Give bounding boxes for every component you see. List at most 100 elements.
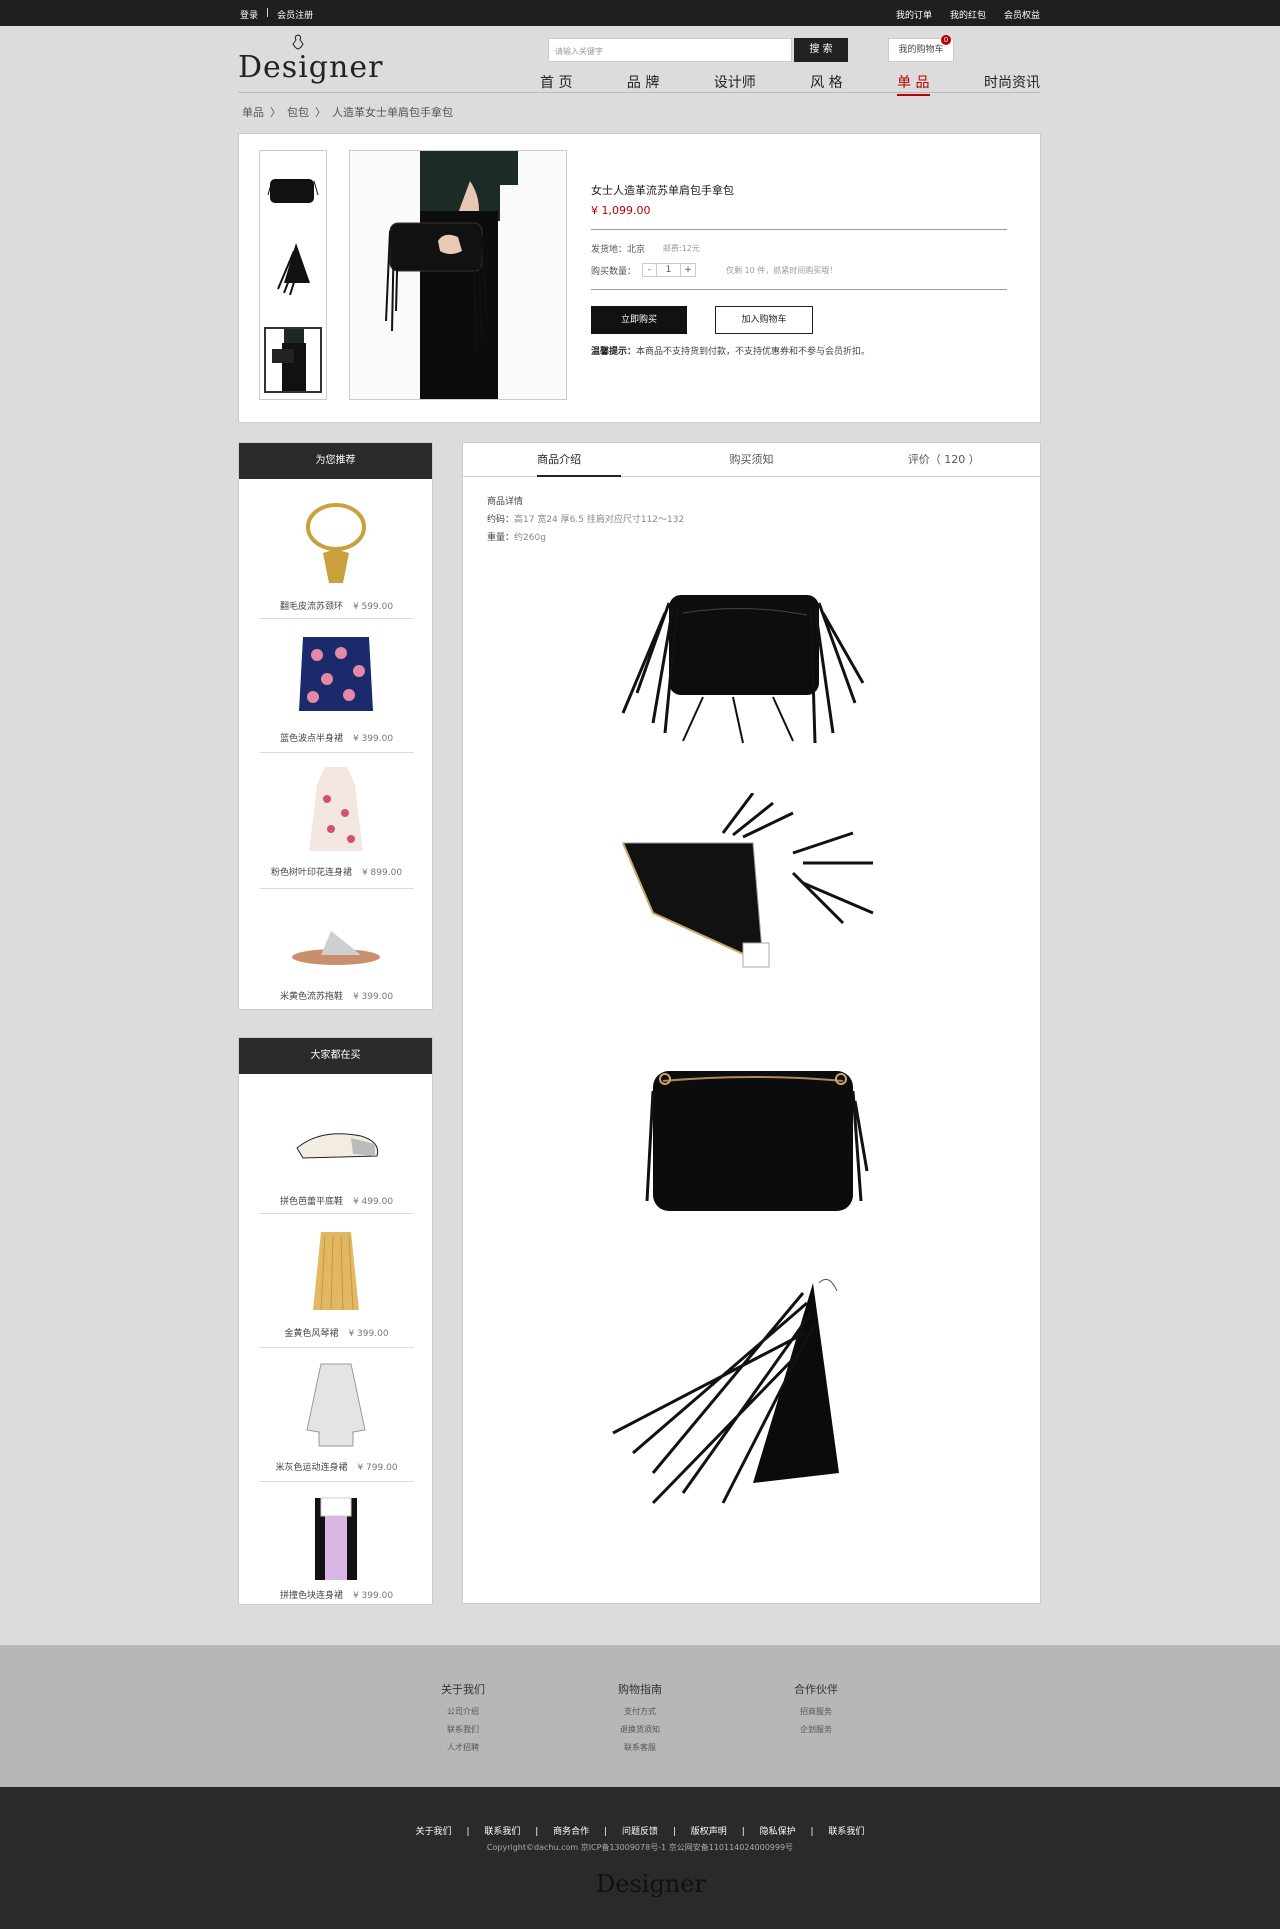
login-link[interactable]: 登录 <box>240 8 258 21</box>
product-thumbnail <box>291 1108 381 1198</box>
qty-plus-button[interactable]: + <box>681 264 695 276</box>
footer-col-about: 关于我们 公司介绍 联系我们 人才招聘 <box>413 1681 513 1757</box>
footer-col-title: 关于我们 <box>441 1683 485 1696</box>
product-main-image <box>349 150 567 400</box>
breadcrumb-items[interactable]: 单品 <box>242 104 264 120</box>
product-thumbnail <box>291 765 381 855</box>
weight-label: 重量： <box>487 533 515 543</box>
top-bar: 登录 | 会员注册 我的订单 我的红包 会员权益 <box>0 0 1280 26</box>
breadcrumb: 单品 〉 包包 〉 人造革女士单肩包手拿包 <box>242 104 453 120</box>
member-benefits-link[interactable]: 会员权益 <box>1004 8 1040 21</box>
active-tab-underline <box>537 475 621 477</box>
add-to-cart-button[interactable]: 加入购物车 <box>715 306 813 334</box>
footer-link[interactable]: 人才招聘 <box>413 1739 513 1757</box>
footer-bottom: 关于我们 | 联系我们 | 商务合作 | 问题反馈 | 版权声明 | 隐私保护 … <box>0 1787 1280 1929</box>
nav-divider <box>238 92 1040 93</box>
my-orders-link[interactable]: 我的订单 <box>896 8 932 21</box>
footer-link[interactable]: 退换货须知 <box>590 1721 690 1739</box>
ship-fee: 邮费:12元 <box>663 244 700 253</box>
footer-nav: 关于我们 | 联系我们 | 商务合作 | 问题反馈 | 版权声明 | 隐私保护 … <box>0 1824 1280 1837</box>
footer-col-title: 合作伙伴 <box>794 1683 838 1696</box>
thumbnail-model[interactable] <box>264 327 322 393</box>
size-value: 高17 宽24 厚6.5 挂肩对应尺寸112～132 <box>514 515 685 525</box>
footer-sep: | <box>535 1827 539 1837</box>
detail-image-open <box>593 792 893 983</box>
qty-value[interactable]: 1 <box>657 264 682 276</box>
footer-col-title: 购物指南 <box>618 1683 662 1696</box>
breadcrumb-bags[interactable]: 包包 <box>287 104 309 120</box>
list-item[interactable]: 翻毛皮流苏颈环 ¥ 599.00 <box>259 489 414 619</box>
my-coupons-link[interactable]: 我的红包 <box>950 8 986 21</box>
footer-contact-link[interactable]: 联系我们 <box>484 1827 520 1837</box>
footer-link[interactable]: 支付方式 <box>590 1703 690 1721</box>
tab-purchase-notes[interactable]: 购买须知 <box>655 443 847 476</box>
qty-label: 购买数量： <box>591 266 637 277</box>
detail-image-back <box>593 1051 893 1241</box>
list-item[interactable]: 金黄色风琴裙 ¥ 399.00 <box>259 1216 414 1348</box>
footer-link[interactable]: 联系我们 <box>413 1721 513 1739</box>
tab-product-intro[interactable]: 商品介绍 <box>463 443 655 476</box>
register-link[interactable]: 会员注册 <box>277 8 313 21</box>
footer-links-section: 关于我们 公司介绍 联系我们 人才招聘 购物指南 支付方式 退换货须知 联系客服… <box>0 1645 1280 1787</box>
footer-about-link[interactable]: 关于我们 <box>416 1827 452 1837</box>
footer-sep: | <box>672 1827 676 1837</box>
search-input[interactable]: 请输入关键字 <box>548 38 792 62</box>
separator: | <box>266 8 270 18</box>
purchase-tip: 温馨提示：本商品不支持货到付款，不支持优惠券和不参与会员折扣。 <box>591 344 1007 357</box>
popular-title: 大家都在买 <box>239 1038 432 1074</box>
tip-label: 温馨提示： <box>591 347 637 357</box>
thumbnail-strip <box>259 150 327 400</box>
list-item[interactable]: 米灰色运动连身裙 ¥ 799.00 <box>259 1350 414 1482</box>
thumbnail-side[interactable] <box>264 237 322 303</box>
list-item[interactable]: 米黄色流苏拖鞋 ¥ 399.00 <box>259 891 414 1009</box>
cart-count-badge: 0 <box>941 35 951 45</box>
copyright-text: Copyright©dachu.com 京ICP备13009078号-1 京公网… <box>486 1843 794 1852</box>
item-price: ¥ 799.00 <box>357 1463 398 1473</box>
product-thumbnail <box>291 1360 381 1450</box>
item-name: 拼撞色块连身裙 <box>279 1591 343 1601</box>
item-name: 拼色芭蕾平底鞋 <box>279 1197 343 1207</box>
product-specs: 商品详情 约码：高17 宽24 厚6.5 挂肩对应尺寸112～132 重量：约2… <box>487 493 684 547</box>
footer-link[interactable]: 企划服务 <box>766 1721 866 1739</box>
site-logo[interactable]: Designer <box>238 34 382 92</box>
list-item[interactable]: 拼色芭蕾平底鞋 ¥ 499.00 <box>259 1084 414 1214</box>
item-name: 翻毛皮流苏颈环 <box>279 602 343 612</box>
stock-notice: 仅剩 10 件，抓紧时间购买哦！ <box>726 265 838 275</box>
search-button[interactable]: 搜 索 <box>794 38 848 62</box>
footer-link[interactable]: 公司介绍 <box>413 1703 513 1721</box>
qty-minus-button[interactable]: - <box>643 264 658 276</box>
list-item[interactable]: 粉色树叶印花连身裙 ¥ 899.00 <box>259 755 414 889</box>
footer-privacy-link[interactable]: 隐私保护 <box>760 1827 796 1837</box>
product-title: 女士人造革流苏单肩包手拿包 <box>591 184 734 197</box>
footer-copyright-link[interactable]: 版权声明 <box>691 1827 727 1837</box>
breadcrumb-sep: 〉 <box>315 106 326 119</box>
size-label: 约码： <box>487 515 515 525</box>
quantity-stepper[interactable]: - 1 + <box>642 263 697 277</box>
buy-now-button[interactable]: 立即购买 <box>591 306 687 334</box>
list-item[interactable]: 拼撞色块连身裙 ¥ 399.00 <box>259 1484 414 1604</box>
product-panel: 女士人造革流苏单肩包手拿包 ¥ 1,099.00 发货地：北京 邮费:12元 购… <box>238 133 1041 423</box>
footer-logo[interactable]: Designer <box>596 1870 706 1898</box>
cart-button[interactable]: 我的购物车 0 <box>888 35 954 62</box>
footer-contact-link-2[interactable]: 联系我们 <box>828 1827 864 1837</box>
detail-image-front <box>593 573 893 763</box>
detail-panel: 商品介绍 购买须知 评价（ 120 ） 商品详情 约码：高17 宽24 厚6.5… <box>462 442 1041 1604</box>
detail-tabs: 商品介绍 购买须知 评价（ 120 ） <box>463 443 1040 477</box>
recommend-panel: 为您推荐 翻毛皮流苏颈环 ¥ 599.00 蓝色波点半身裙 ¥ 399.00 粉色树… <box>238 442 433 1010</box>
footer-feedback-link[interactable]: 问题反馈 <box>622 1827 658 1837</box>
thumbnail-front[interactable] <box>264 165 322 231</box>
specs-heading: 商品详情 <box>487 497 524 507</box>
footer-link[interactable]: 招商服务 <box>766 1703 866 1721</box>
detail-image-side <box>593 1273 893 1513</box>
divider <box>591 289 1007 290</box>
item-name: 粉色树叶印花连身裙 <box>270 868 352 878</box>
footer-business-link[interactable]: 商务合作 <box>553 1827 589 1837</box>
product-thumbnail <box>291 499 381 589</box>
recommend-title: 为您推荐 <box>239 443 432 479</box>
item-price: ¥ 899.00 <box>361 868 403 878</box>
cart-label: 我的购物车 <box>898 45 944 55</box>
tab-reviews[interactable]: 评价（ 120 ） <box>848 443 1040 476</box>
list-item[interactable]: 蓝色波点半身裙 ¥ 399.00 <box>259 621 414 753</box>
footer-link[interactable]: 联系客服 <box>590 1739 690 1757</box>
breadcrumb-current: 人造革女士单肩包手拿包 <box>332 106 453 119</box>
